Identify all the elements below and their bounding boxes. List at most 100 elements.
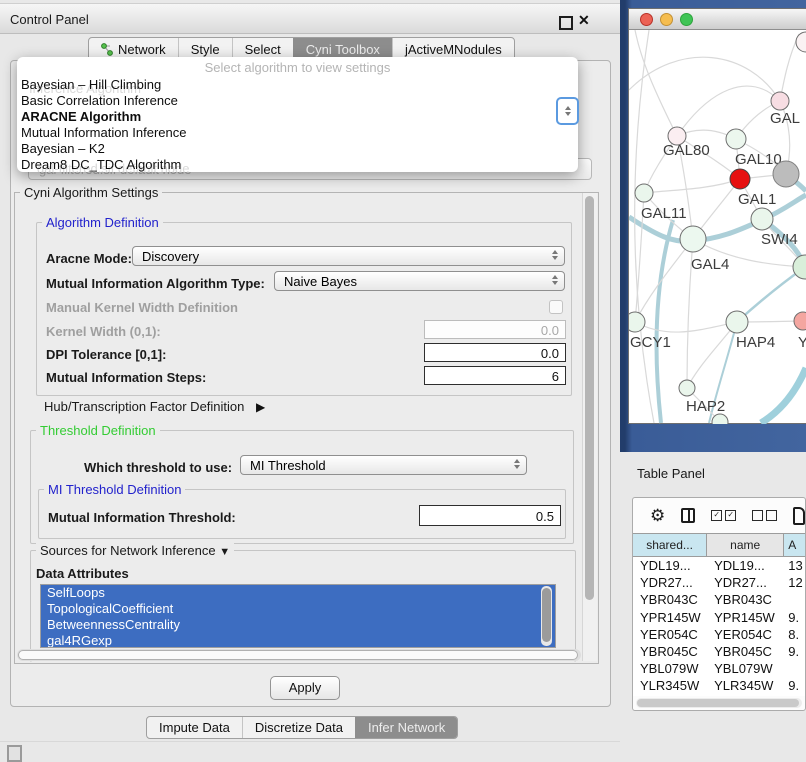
mi-threshold-field[interactable]: 0.5 — [419, 505, 561, 526]
apply-button[interactable]: Apply — [270, 676, 340, 700]
column-header-shared-name[interactable]: shared... — [633, 533, 707, 557]
combo-stepper-icon — [514, 459, 520, 469]
table-row[interactable]: YPR145WYPR145W9. — [633, 609, 805, 626]
attribute-item[interactable]: SelfLoops — [41, 585, 555, 601]
attributes-vertical-scrollbar[interactable] — [541, 586, 552, 646]
algorithm-list: Bayesian – Hill ClimbingBasic Correlatio… — [17, 77, 578, 172]
scrollbar-thumb[interactable] — [585, 196, 594, 600]
algorithm-option[interactable]: Dream8 DC_TDC Algorithm — [17, 157, 578, 172]
scrollbar-thumb[interactable] — [18, 650, 578, 660]
network-canvas[interactable]: GALGAL80GAL10GAL1GAL11SWI4GAL4GCY1HAP4YH… — [629, 30, 806, 424]
zoom-traffic-icon[interactable] — [680, 13, 693, 26]
settings-vertical-scrollbar[interactable] — [582, 193, 597, 661]
which-threshold-combobox[interactable]: MI Threshold — [240, 455, 527, 475]
network-node-gal[interactable] — [771, 92, 789, 110]
spinner-down-icon — [565, 112, 571, 116]
tab-label: Impute Data — [159, 720, 230, 735]
control-panel-titlebar: Control Panel ✕ — [0, 3, 620, 34]
table-row[interactable]: YIL052CYIL052C9. — [633, 695, 805, 697]
columns-icon[interactable] — [681, 508, 695, 523]
network-node-hap2[interactable] — [679, 380, 695, 396]
node-label: GAL11 — [641, 205, 687, 222]
dpi-tolerance-field[interactable]: 0.0 — [424, 343, 566, 362]
gear-icon[interactable]: ⚙ — [650, 507, 665, 524]
manual-kernel-checkbox[interactable] — [549, 300, 563, 314]
network-node-gal1[interactable] — [730, 169, 750, 189]
table-row[interactable]: YBL079WYBL079W — [633, 660, 805, 677]
network-node-gal11[interactable] — [635, 184, 653, 202]
tab-label: Select — [245, 42, 281, 57]
scrollbar-thumb[interactable] — [637, 699, 799, 707]
attribute-item[interactable]: TopologicalCoefficient — [41, 601, 555, 617]
network-node-gal10[interactable] — [726, 129, 746, 149]
table-body: YDL19...YDL19...13YDR27...YDR27...12YBR0… — [633, 557, 805, 696]
column-header-clipped[interactable]: A — [784, 533, 805, 557]
checked-checkbox-icon: ✓ — [711, 510, 722, 521]
hub-definition-toggle[interactable]: Hub/Transcription Factor Definition ▶ — [44, 399, 265, 414]
scrollbar-thumb[interactable] — [542, 588, 551, 642]
tab-discretize-data[interactable]: Discretize Data — [242, 717, 355, 738]
attribute-item[interactable]: BetweennessCentrality — [41, 617, 555, 633]
network-node-gal4[interactable] — [680, 226, 706, 252]
table-cell: YBR045C — [633, 644, 707, 659]
column-header-name[interactable]: name — [707, 533, 784, 557]
table-cell: YBR043C — [633, 592, 707, 607]
close-traffic-icon[interactable] — [640, 13, 653, 26]
network-node-hap4[interactable] — [726, 311, 748, 333]
table-panel-region: Table Panel ⚙ ✓ ✓ shared... name A — [620, 452, 806, 762]
table-row[interactable]: YER054CYER054C8. — [633, 626, 805, 643]
data-attributes-list[interactable]: SelfLoopsTopologicalCoefficientBetweenne… — [40, 584, 556, 648]
sources-legend[interactable]: Sources for Network Inference ▼ — [36, 543, 234, 558]
algorithm-option[interactable]: Basic Correlation Inference — [17, 93, 578, 109]
aracne-mode-combobox[interactable]: Discovery — [132, 246, 565, 266]
minimize-traffic-icon[interactable] — [660, 13, 673, 26]
mi-steps-field[interactable]: 6 — [424, 366, 566, 385]
mi-type-combobox[interactable]: Naive Bayes — [274, 271, 565, 291]
table-cell: YDL19... — [633, 558, 707, 573]
tab-label: Style — [191, 42, 220, 57]
algorithm-option[interactable]: Bayesian – K2 — [17, 141, 578, 157]
float-window-icon[interactable] — [559, 16, 573, 30]
network-window-titlebar[interactable] — [629, 9, 806, 30]
table-cell: YPR145W — [633, 610, 707, 625]
table-cell: YDR27... — [707, 575, 784, 590]
table-row[interactable]: YBR043CYBR043C — [633, 591, 805, 608]
attribute-item[interactable]: gal4RGexp — [41, 633, 555, 648]
kernel-width-label: Kernel Width (0,1): — [46, 324, 161, 339]
network-node-y[interactable] — [794, 312, 806, 330]
node-label: GAL80 — [663, 142, 710, 159]
table-horizontal-scrollbar[interactable] — [636, 698, 802, 708]
algorithm-combobox-focus[interactable] — [556, 97, 579, 125]
node-label: HAP4 — [736, 334, 775, 351]
table-row[interactable]: YDL19...YDL19...13 — [633, 557, 805, 574]
settings-horizontal-scrollbar[interactable] — [17, 649, 581, 661]
dpi-tolerance-label: DPI Tolerance [0,1]: — [46, 347, 166, 362]
network-node[interactable] — [796, 32, 806, 52]
table-row[interactable]: YDR27...YDR27...12 — [633, 574, 805, 591]
node-label: GAL1 — [738, 191, 776, 208]
close-icon[interactable]: ✕ — [578, 12, 590, 29]
grip-icon[interactable] — [7, 745, 22, 762]
tab-infer-network[interactable]: Infer Network — [355, 717, 457, 738]
network-node-swi4[interactable] — [751, 208, 773, 230]
tab-impute-data[interactable]: Impute Data — [147, 717, 242, 738]
which-threshold-value: MI Threshold — [250, 458, 326, 473]
spinner-up-icon — [565, 106, 571, 110]
algorithm-option[interactable]: Bayesian – Hill Climbing — [17, 77, 578, 93]
algorithm-option[interactable]: ARACNE Algorithm — [17, 109, 578, 125]
deselect-all-checkboxes-icon[interactable] — [752, 510, 777, 521]
network-node-gcy1[interactable] — [629, 312, 645, 332]
aracne-mode-value: Discovery — [142, 249, 199, 264]
kernel-width-field[interactable]: 0.0 — [424, 320, 566, 339]
mi-type-label: Mutual Information Algorithm Type: — [46, 276, 265, 291]
new-table-icon[interactable] — [793, 507, 805, 525]
table-row[interactable]: YLR345WYLR345W9. — [633, 677, 805, 694]
network-node[interactable] — [773, 161, 799, 187]
algorithm-option[interactable]: Mutual Information Inference — [17, 125, 578, 141]
table-cell: YBR045C — [707, 644, 784, 659]
mi-threshold-legend: MI Threshold Definition — [44, 482, 185, 497]
table-row[interactable]: YBR045CYBR045C9. — [633, 643, 805, 660]
node-label: SWI4 — [761, 231, 798, 248]
select-all-checkboxes-icon[interactable]: ✓ ✓ — [711, 510, 736, 521]
table-cell: YBL079W — [633, 661, 707, 676]
